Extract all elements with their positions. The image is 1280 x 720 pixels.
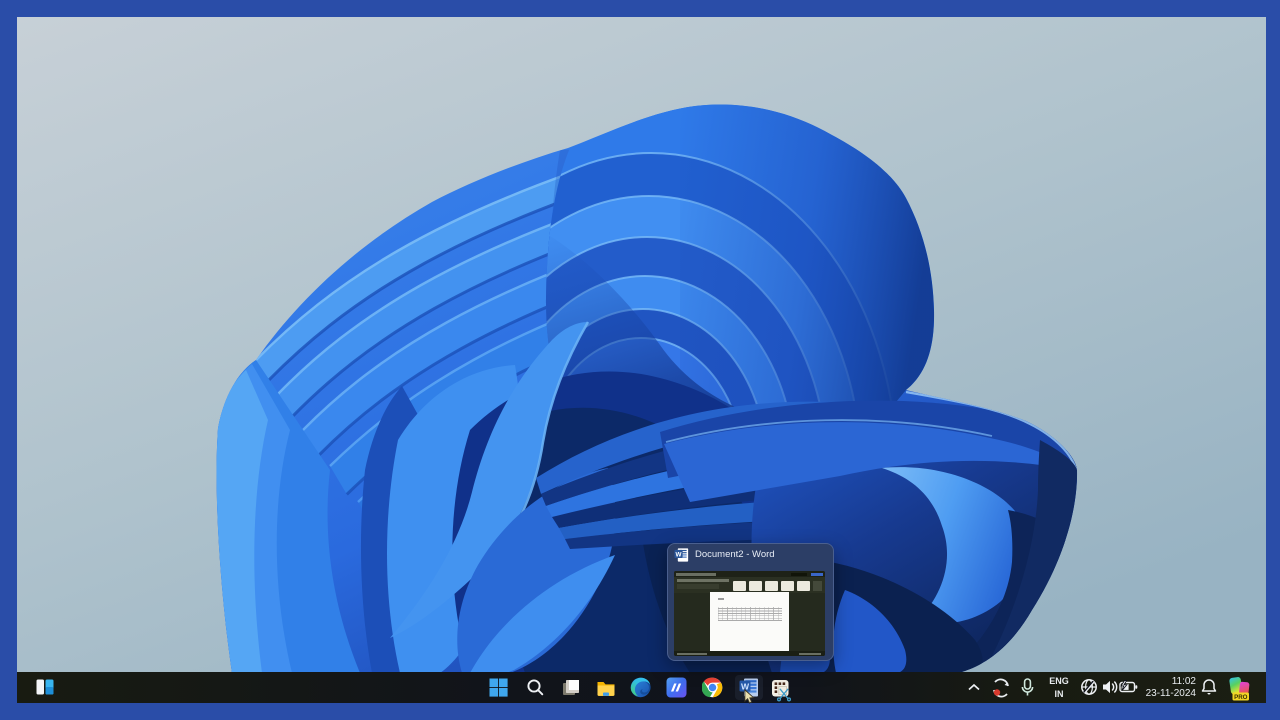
svg-text:PRO: PRO bbox=[1234, 694, 1248, 701]
svg-text:W: W bbox=[676, 551, 682, 558]
